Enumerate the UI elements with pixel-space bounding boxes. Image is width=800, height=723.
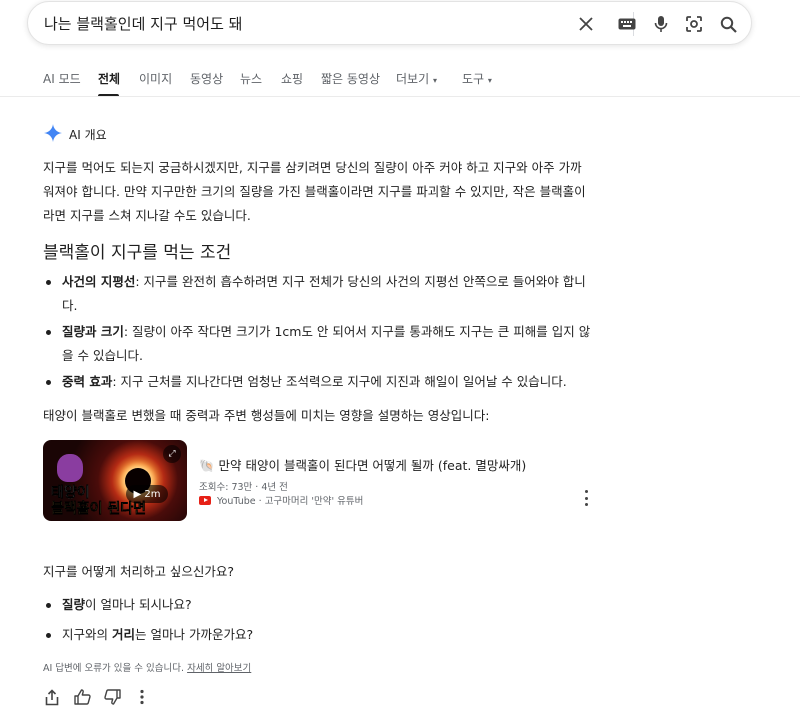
list-item: 지구와의 거리는 얼마나 가까운가요? — [43, 623, 598, 647]
tab-shopping[interactable]: 쇼핑 — [281, 70, 303, 87]
bullet-dot — [46, 380, 51, 385]
video-thumbnail[interactable]: 태양이 블랙홀이 된다면 ⤢ ▶ 2m — [43, 440, 187, 521]
section-heading: 블랙홀이 지구를 먹는 조건 — [43, 243, 232, 263]
tab-images[interactable]: 이미지 — [139, 70, 172, 87]
bullet-line: : 질량이 아주 작다면 크기가 1cm도 안 되어서 지구를 통과해도 지구는… — [123, 324, 591, 339]
video-source-label: YouTube · 고구마머리 '만약' 유튜버 — [217, 496, 364, 507]
video-intro: 태양이 블랙홀로 변했을 때 중력과 주변 행성들에 미치는 영향을 설명하는 … — [43, 408, 490, 423]
ai-disclaimer: AI 답변에 오류가 있을 수 있습니다. 자세히 알아보기 — [43, 660, 251, 674]
follow-up-question: 지구를 어떻게 처리하고 싶으신가요? — [43, 564, 235, 579]
bullet-bold: 질량 — [62, 597, 86, 612]
list-item: 질량이 얼마나 되시나요? — [43, 593, 598, 617]
search-input[interactable] — [44, 14, 564, 32]
bullet-line: : 지구를 완전히 흡수하려면 지구 전체가 당신의 사건의 지평선 안쪽으로 … — [135, 274, 586, 289]
bullet-line: : 지구 근처를 지나간다면 엄청난 조석력으로 지구에 지진과 해일이 일어날… — [112, 374, 567, 389]
tab-more-label: 더보기 — [396, 72, 430, 86]
bullet-line: 지구와의 — [62, 627, 112, 642]
bullet-dot — [46, 603, 51, 608]
thumbs-down-icon[interactable] — [103, 688, 121, 706]
bullet-bold: 중력 효과 — [62, 374, 113, 389]
bullet-bold: 거리 — [111, 627, 135, 642]
bullet-text: 중력 효과: 지구 근처를 지나간다면 엄청난 조석력으로 지구에 지진과 해일… — [62, 370, 598, 394]
thumbs-up-icon[interactable] — [73, 688, 91, 706]
bullet-line: 을 수 있습니다. — [62, 348, 143, 363]
expand-icon[interactable]: ⤢ — [163, 445, 181, 463]
tab-tools[interactable]: 도구 ▾ — [462, 70, 492, 87]
list-item: 질량과 크기: 질량이 아주 작다면 크기가 1cm도 안 되어서 지구를 통과… — [43, 320, 598, 368]
intro-line: 라면 지구를 스쳐 지나갈 수도 있습니다. — [43, 208, 251, 223]
tab-videos[interactable]: 동영상 — [190, 70, 223, 87]
list-item: 사건의 지평선: 지구를 완전히 흡수하려면 지구 전체가 당신의 사건의 지평… — [43, 270, 598, 318]
bullet-text: 지구와의 거리는 얼마나 가까운가요? — [62, 623, 598, 647]
tab-news[interactable]: 뉴스 — [240, 70, 262, 87]
disclaimer-text: AI 답변에 오류가 있을 수 있습니다. — [43, 663, 185, 674]
gemini-sparkle-icon — [44, 124, 62, 145]
ai-overview-header: AI 개요 — [44, 124, 107, 145]
intro-line: 워져야 합니다. 만약 지구만한 크기의 질량을 가진 블랙홀이라면 지구를 파… — [43, 184, 586, 199]
bullet-bold: 사건의 지평선 — [62, 274, 136, 289]
search-icon[interactable] — [718, 14, 738, 34]
list-item: 중력 효과: 지구 근처를 지나간다면 엄청난 조석력으로 지구에 지진과 해일… — [43, 370, 598, 394]
tabs-divider — [0, 96, 800, 97]
video-duration-badge: ▶ 2m — [126, 485, 168, 503]
lens-camera-icon[interactable] — [684, 14, 704, 34]
thumbnail-character — [57, 454, 83, 482]
bullet-bold: 질량과 크기 — [62, 324, 124, 339]
bullet-line: 다. — [62, 298, 78, 313]
bullet-line: 이 얼마나 되시나요? — [85, 597, 192, 612]
bullet-text: 사건의 지평선: 지구를 완전히 흡수하려면 지구 전체가 당신의 사건의 지평… — [62, 270, 598, 294]
keyboard-icon[interactable] — [617, 14, 637, 34]
tab-ai-mode[interactable]: AI 모드 — [43, 70, 81, 87]
intro-line: 지구를 먹어도 되는지 궁금하시겠지만, 지구를 삼키려면 당신의 질량이 아주… — [43, 160, 582, 175]
caret-down-icon: ▾ — [487, 76, 492, 85]
clear-icon[interactable] — [576, 14, 596, 34]
tab-more[interactable]: 더보기 ▾ — [396, 70, 437, 87]
more-options-icon[interactable] — [133, 688, 151, 706]
search-bar[interactable] — [27, 1, 752, 45]
tab-all[interactable]: 전체 — [98, 70, 120, 87]
bullet-dot — [46, 633, 51, 638]
bullet-dot — [46, 280, 51, 285]
video-title[interactable]: 🐚 만약 태양이 블랙홀이 된다면 어떻게 될까 (feat. 멸망싸개) — [199, 455, 526, 474]
video-source: YouTube · 고구마머리 '만약' 유튜버 — [199, 493, 363, 507]
bullet-line: 는 얼마나 가까운가요? — [135, 627, 254, 642]
caret-down-icon: ▾ — [432, 76, 437, 85]
more-options-icon[interactable] — [582, 490, 590, 506]
video-meta: 조회수: 73만 · 4년 전 — [199, 482, 288, 493]
bullet-text: 질량과 크기: 질량이 아주 작다면 크기가 1cm도 안 되어서 지구를 통과… — [62, 320, 598, 344]
ai-overview-intro: 지구를 먹어도 되는지 궁금하시겠지만, 지구를 삼키려면 당신의 질량이 아주… — [43, 156, 593, 228]
bullet-dot — [46, 330, 51, 335]
tab-tools-label: 도구 — [462, 72, 485, 86]
share-icon[interactable] — [43, 688, 61, 706]
tab-short-videos[interactable]: 짧은 동영상 — [321, 70, 380, 87]
youtube-icon — [199, 495, 211, 505]
microphone-icon[interactable] — [651, 14, 671, 34]
ai-overview-label: AI 개요 — [69, 128, 107, 142]
learn-more-link[interactable]: 자세히 알아보기 — [187, 663, 251, 674]
bullet-text: 질량이 얼마나 되시나요? — [62, 593, 598, 617]
